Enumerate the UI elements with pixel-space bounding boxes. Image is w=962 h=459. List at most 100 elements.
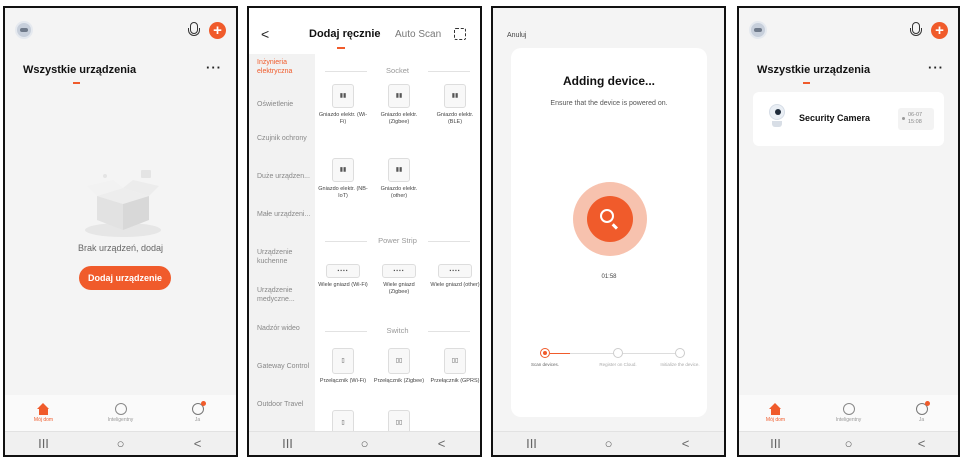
category-item[interactable]: Nadzór wideo [257,324,311,333]
tab-label: Inteligentny [835,417,862,423]
step-line [623,353,675,354]
cancel-button[interactable]: Anuluj [507,32,526,39]
socket-icon: ▮▮ [388,84,410,108]
item-label: Gniazdo elektr. (NB-IoT) [318,186,368,199]
tab-label: Ja [194,417,201,423]
recents-button[interactable]: III [517,436,547,451]
progress-steps: Scan devices. Register on Cloud. Initial… [523,348,700,388]
recents-button[interactable]: III [273,436,303,451]
category-item[interactable]: Oświetlenie [257,100,311,109]
tab-my-home[interactable]: Mój dom [746,403,806,423]
device-card[interactable]: Security Camera 06-07 15:08 [753,92,944,146]
device-type-item[interactable]: ▮▮ Gniazdo elektr. (BLE) [429,84,480,126]
device-grid: Socket ▮▮ Gniazdo elektr. (Wi-Fi) ▮▮ Gni… [315,54,480,436]
back-button[interactable]: < [427,436,457,451]
item-label: Wiele gniazd (Zigbee) [383,282,415,295]
category-item[interactable]: Czujnik ochrony [257,134,311,143]
item-label: Gniazdo elektr. (Wi-Fi) [318,112,368,125]
item-label: Przełącznik (Zigbee) [373,378,425,384]
device-type-item[interactable]: ▮▮ Gniazdo elektr. (NB-IoT) [317,158,369,200]
tab-me[interactable]: Ja [168,401,228,423]
screen-home-empty: + Wszystkie urządzenia ··· Brak urządzeń… [3,6,238,457]
category-item[interactable]: Urządzenie kuchenne [257,248,311,266]
step-dot-scan [540,348,550,358]
switch-icon: ▯▯ [444,348,466,374]
tab-my-home[interactable]: Mój dom [14,403,74,423]
device-type-item[interactable]: ▮▮ Gniazdo elektr. (Zigbee) [373,84,425,126]
home-avatar-icon[interactable] [749,21,767,39]
back-chevron-icon[interactable]: < [261,26,269,42]
socket-icon: ▮▮ [332,84,354,108]
tab-add-manual[interactable]: Dodaj ręcznie [309,28,381,40]
tab-smart[interactable]: Inteligentny [91,403,151,423]
item-label: Wiele gniazd (Wi-Fi) [318,282,368,288]
recents-button[interactable]: III [29,436,59,451]
section-title: Power Strip [325,236,470,245]
empty-state-text: Brak urządzeń, dodaj [77,243,164,253]
device-type-item[interactable]: ▪▪▪▪ Wiele gniazd (Wi-Fi) [317,264,369,289]
page-title: Wszystkie urządzenia [757,64,871,76]
back-button[interactable]: < [907,436,937,451]
tab-underline [337,47,345,49]
back-button[interactable]: < [671,436,701,451]
system-nav-bar: III ○ < [739,431,958,455]
category-item[interactable]: Urządzenie medyczne... [257,286,311,304]
add-device-button[interactable]: Dodaj urządzenie [79,266,171,290]
home-nav-button[interactable]: ○ [834,436,864,451]
top-bar: + [15,18,226,42]
step-dot-register [613,348,623,358]
tab-me[interactable]: Ja [892,401,952,423]
item-label: Gniazdo elektr. (other) [380,186,418,199]
scan-icon[interactable] [454,28,466,40]
power-strip-icon: ▪▪▪▪ [438,264,472,278]
switch-icon: ▯▯ [388,348,410,374]
screen-home-device: + Wszystkie urządzenia ··· Security Came… [737,6,960,457]
user-icon [191,401,206,415]
back-button[interactable]: < [183,436,213,451]
category-item[interactable]: Duże urządzen... [257,172,311,181]
add-plus-button[interactable]: + [209,21,226,39]
device-name: Security Camera [799,113,871,123]
device-type-item[interactable]: ▯ Przełącznik (Wi-Fi) [317,348,369,385]
tab-label: Mój dom [765,417,786,423]
security-camera-icon [767,104,787,130]
step-label: Register on Cloud. [599,362,637,367]
step-line [550,353,570,354]
item-label: Przełącznik (GPRS) [430,378,480,384]
screen-adding-device: Anuluj Adding device... Ensure that the … [491,6,726,457]
home-avatar-icon[interactable] [15,21,33,39]
category-list: Inżynieria elektryczna Oświetlenie Czujn… [249,54,315,431]
add-plus-button[interactable]: + [931,21,948,39]
device-type-item[interactable]: ▮▮ Gniazdo elektr. (other) [373,158,425,200]
device-type-item[interactable]: ▪▪▪▪ Wiele gniazd (Zigbee) [373,264,425,296]
category-item[interactable]: Małe urządzeni... [257,210,311,219]
more-options-button[interactable]: ··· [206,60,222,75]
category-item[interactable]: Outdoor Travel [257,400,311,409]
switch-icon: ▯ [332,348,354,374]
microphone-icon[interactable] [909,22,922,38]
device-type-item[interactable]: ▯▯ Przełącznik (GPRS) [429,348,480,385]
notification-dot [924,401,930,406]
device-type-item[interactable]: ▪▪▪▪ Wiele gniazd (other) [429,264,480,289]
more-options-button[interactable]: ··· [928,60,944,75]
device-time: 15:08 [908,119,922,125]
device-type-item[interactable]: ▮▮ Gniazdo elektr. (Wi-Fi) [317,84,369,126]
socket-icon: ▮▮ [444,84,466,108]
socket-icon: ▮▮ [332,158,354,182]
microphone-icon[interactable] [187,22,200,38]
category-item[interactable]: Inżynieria elektryczna [257,58,311,76]
recents-button[interactable]: III [761,436,791,451]
item-label: Gniazdo elektr. (Zigbee) [380,112,418,125]
tab-smart[interactable]: Inteligentny [819,403,879,423]
category-item[interactable]: Gateway Control [257,362,311,371]
home-nav-button[interactable]: ○ [594,436,624,451]
section-title: Switch [325,326,470,335]
tab-auto-scan[interactable]: Auto Scan [395,29,441,40]
adding-subtitle: Ensure that the device is powered on. [550,100,668,107]
device-type-item[interactable]: ▯▯ Przełącznik (Zigbee) [373,348,425,385]
top-bar: + [749,18,948,42]
step-label: Initialize the device. [660,362,700,367]
search-icon [600,209,614,223]
home-nav-button[interactable]: ○ [350,436,380,451]
home-nav-button[interactable]: ○ [106,436,136,451]
